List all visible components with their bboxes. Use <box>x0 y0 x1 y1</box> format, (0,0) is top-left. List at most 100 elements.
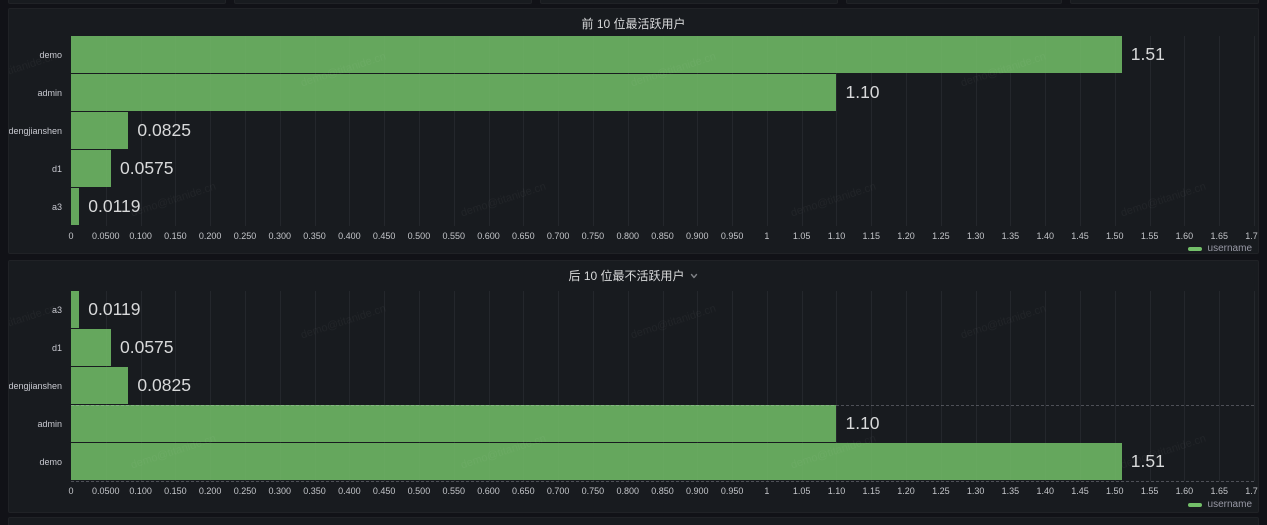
bar-admin[interactable] <box>71 405 836 442</box>
grafana-dashboard: 前 10 位最活跃用户 demo1.51admin1.10dengjianshe… <box>0 0 1267 525</box>
x-tick-label: 0.250 <box>234 485 257 497</box>
bar-d1[interactable] <box>71 150 111 187</box>
bar-a3[interactable] <box>71 188 79 225</box>
x-tick-label: 1.15 <box>862 230 880 242</box>
clipped-panels-above <box>8 0 1259 4</box>
category-label: admin <box>37 74 62 112</box>
panel-top-active-users: 前 10 位最活跃用户 demo1.51admin1.10dengjianshe… <box>8 8 1259 254</box>
clipped-panel <box>1070 0 1259 4</box>
x-tick-label: 0.900 <box>686 485 709 497</box>
x-tick-label: 0 <box>68 485 73 497</box>
x-tick-label: 0.900 <box>686 230 709 242</box>
x-tick-label: 0.550 <box>442 485 465 497</box>
x-tick-label: 1.45 <box>1071 485 1089 497</box>
x-tick-label: 0.450 <box>373 230 396 242</box>
category-label: d1 <box>52 150 62 188</box>
x-tick-label: 1.25 <box>932 230 950 242</box>
x-tick-label: 0.600 <box>477 230 500 242</box>
bar-chart-plot: demo1.51admin1.10dengjianshen0.0825d10.0… <box>71 36 1254 226</box>
value-label: 1.51 <box>1131 443 1165 481</box>
panel-title[interactable]: 前 10 位最活跃用户 <box>9 13 1258 33</box>
x-tick-label: 1.20 <box>897 230 915 242</box>
category-label: dengjianshen <box>8 112 62 150</box>
chevron-down-icon[interactable] <box>689 271 699 281</box>
x-tick-label: 1.30 <box>967 485 985 497</box>
value-label: 0.0575 <box>120 150 174 188</box>
x-tick-label: 0.850 <box>651 230 674 242</box>
category-label: a3 <box>52 291 62 329</box>
bar-demo[interactable] <box>71 36 1122 73</box>
legend-series-swatch <box>1188 247 1202 251</box>
value-label: 1.10 <box>845 405 879 443</box>
x-tick-label: 1.65 <box>1210 230 1228 242</box>
bar-admin[interactable] <box>71 74 836 111</box>
clipped-panel <box>540 0 838 4</box>
x-tick-label: 1.40 <box>1036 230 1054 242</box>
x-tick-label: 1 <box>764 485 769 497</box>
x-tick-label: 0.950 <box>721 485 744 497</box>
gridline <box>1184 291 1185 481</box>
x-tick-label: 1.70 <box>1245 485 1259 497</box>
x-tick-label: 1.10 <box>828 485 846 497</box>
panel-least-active-users: 后 10 位最不活跃用户 a30.0119d10.0575dengjianshe… <box>8 260 1259 513</box>
gridline <box>1254 291 1255 481</box>
x-tick-label: 0.150 <box>164 230 187 242</box>
legend-item-username[interactable]: username <box>1188 500 1252 510</box>
legend-series-swatch <box>1188 503 1202 507</box>
category-label: demo <box>39 443 62 481</box>
x-tick-label: 1.50 <box>1106 485 1124 497</box>
bar-d1[interactable] <box>71 329 111 366</box>
x-tick-label: 0.300 <box>268 230 291 242</box>
clipped-panel <box>8 0 226 4</box>
x-axis: 00.05000.1000.1500.2000.2500.3000.3500.4… <box>71 485 1254 497</box>
x-tick-label: 0.650 <box>512 230 535 242</box>
value-label: 1.10 <box>845 74 879 112</box>
x-tick-label: 0.950 <box>721 230 744 242</box>
x-tick-label: 0.750 <box>582 230 605 242</box>
x-tick-label: 1.35 <box>1002 230 1020 242</box>
x-tick-label: 0.300 <box>268 485 291 497</box>
bar-a3[interactable] <box>71 291 79 328</box>
x-tick-label: 1.05 <box>793 230 811 242</box>
x-tick-label: 0.350 <box>303 230 326 242</box>
x-tick-label: 1.25 <box>932 485 950 497</box>
x-tick-label: 0.250 <box>234 230 257 242</box>
x-tick-label: 1.70 <box>1245 230 1259 242</box>
x-tick-label: 1 <box>764 230 769 242</box>
x-tick-label: 1.15 <box>862 485 880 497</box>
x-tick-label: 1.65 <box>1210 485 1228 497</box>
legend-series-label: username <box>1208 244 1252 254</box>
bar-dengjianshen[interactable] <box>71 367 128 404</box>
value-label: 1.51 <box>1131 36 1165 74</box>
x-tick-label: 1.40 <box>1036 485 1054 497</box>
x-tick-label: 0.650 <box>512 485 535 497</box>
category-label: dengjianshen <box>8 367 62 405</box>
x-tick-label: 1.20 <box>897 485 915 497</box>
x-tick-label: 0.850 <box>651 485 674 497</box>
value-label: 0.0119 <box>88 188 140 226</box>
bar-demo[interactable] <box>71 443 1122 480</box>
value-label: 0.0825 <box>137 112 191 150</box>
legend-series-label: username <box>1208 500 1252 510</box>
legend-item-username[interactable]: username <box>1188 244 1252 254</box>
bar-dengjianshen[interactable] <box>71 112 128 149</box>
x-tick-label: 0.0500 <box>92 230 120 242</box>
category-label: a3 <box>52 188 62 226</box>
bar-chart-plot: a30.0119d10.0575dengjianshen0.0825admin1… <box>71 291 1254 481</box>
dashed-gridline <box>71 481 1254 482</box>
x-tick-label: 0.800 <box>616 230 639 242</box>
x-tick-label: 0.0500 <box>92 485 120 497</box>
clipped-panel-below <box>8 517 1259 525</box>
x-tick-label: 0.200 <box>199 485 222 497</box>
value-label: 0.0575 <box>120 329 174 367</box>
x-tick-label: 0.400 <box>338 230 361 242</box>
x-tick-label: 0.150 <box>164 485 187 497</box>
x-tick-label: 0 <box>68 230 73 242</box>
x-tick-label: 0.600 <box>477 485 500 497</box>
x-tick-label: 0.100 <box>129 485 152 497</box>
x-tick-label: 0.500 <box>408 485 431 497</box>
panel-title-text: 前 10 位最活跃用户 <box>581 15 685 32</box>
value-label: 0.0825 <box>137 367 191 405</box>
x-tick-label: 1.50 <box>1106 230 1124 242</box>
panel-title[interactable]: 后 10 位最不活跃用户 <box>9 265 1258 285</box>
